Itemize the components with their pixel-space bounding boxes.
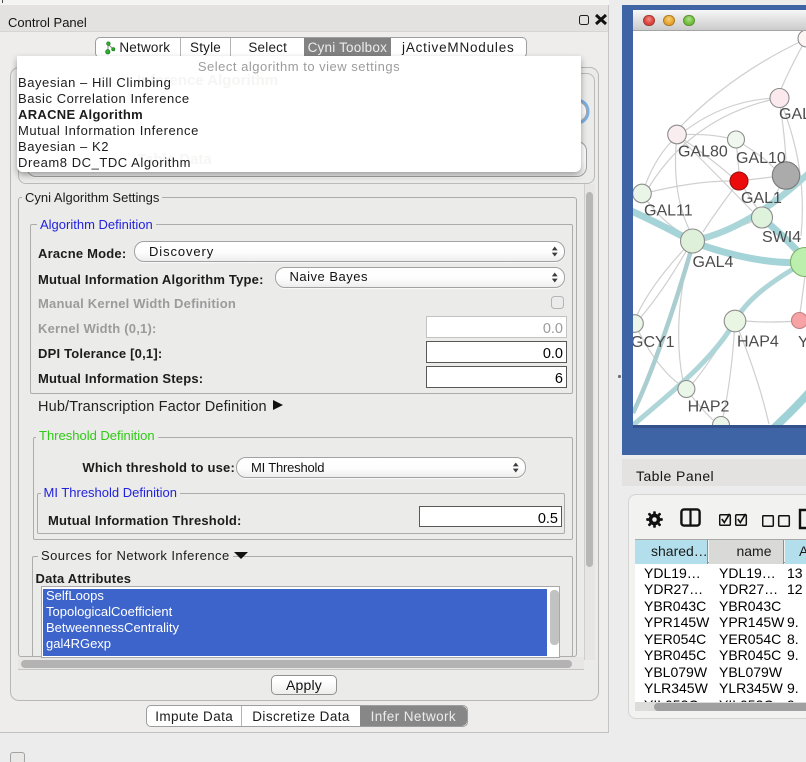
svg-text:GAL1: GAL1	[741, 190, 782, 207]
svg-text:GAL7: GAL7	[779, 106, 806, 123]
svg-text:HAP2: HAP2	[688, 399, 730, 416]
svg-text:YM: YM	[798, 334, 806, 351]
svg-text:GAL11: GAL11	[644, 203, 693, 220]
svg-text:GAL4: GAL4	[693, 254, 734, 271]
svg-text:GCY1: GCY1	[633, 334, 675, 351]
svg-text:HAP4: HAP4	[737, 334, 779, 351]
svg-text:SWI4: SWI4	[762, 229, 801, 246]
svg-text:GAL80: GAL80	[678, 144, 728, 161]
svg-text:GAL10: GAL10	[736, 150, 786, 167]
